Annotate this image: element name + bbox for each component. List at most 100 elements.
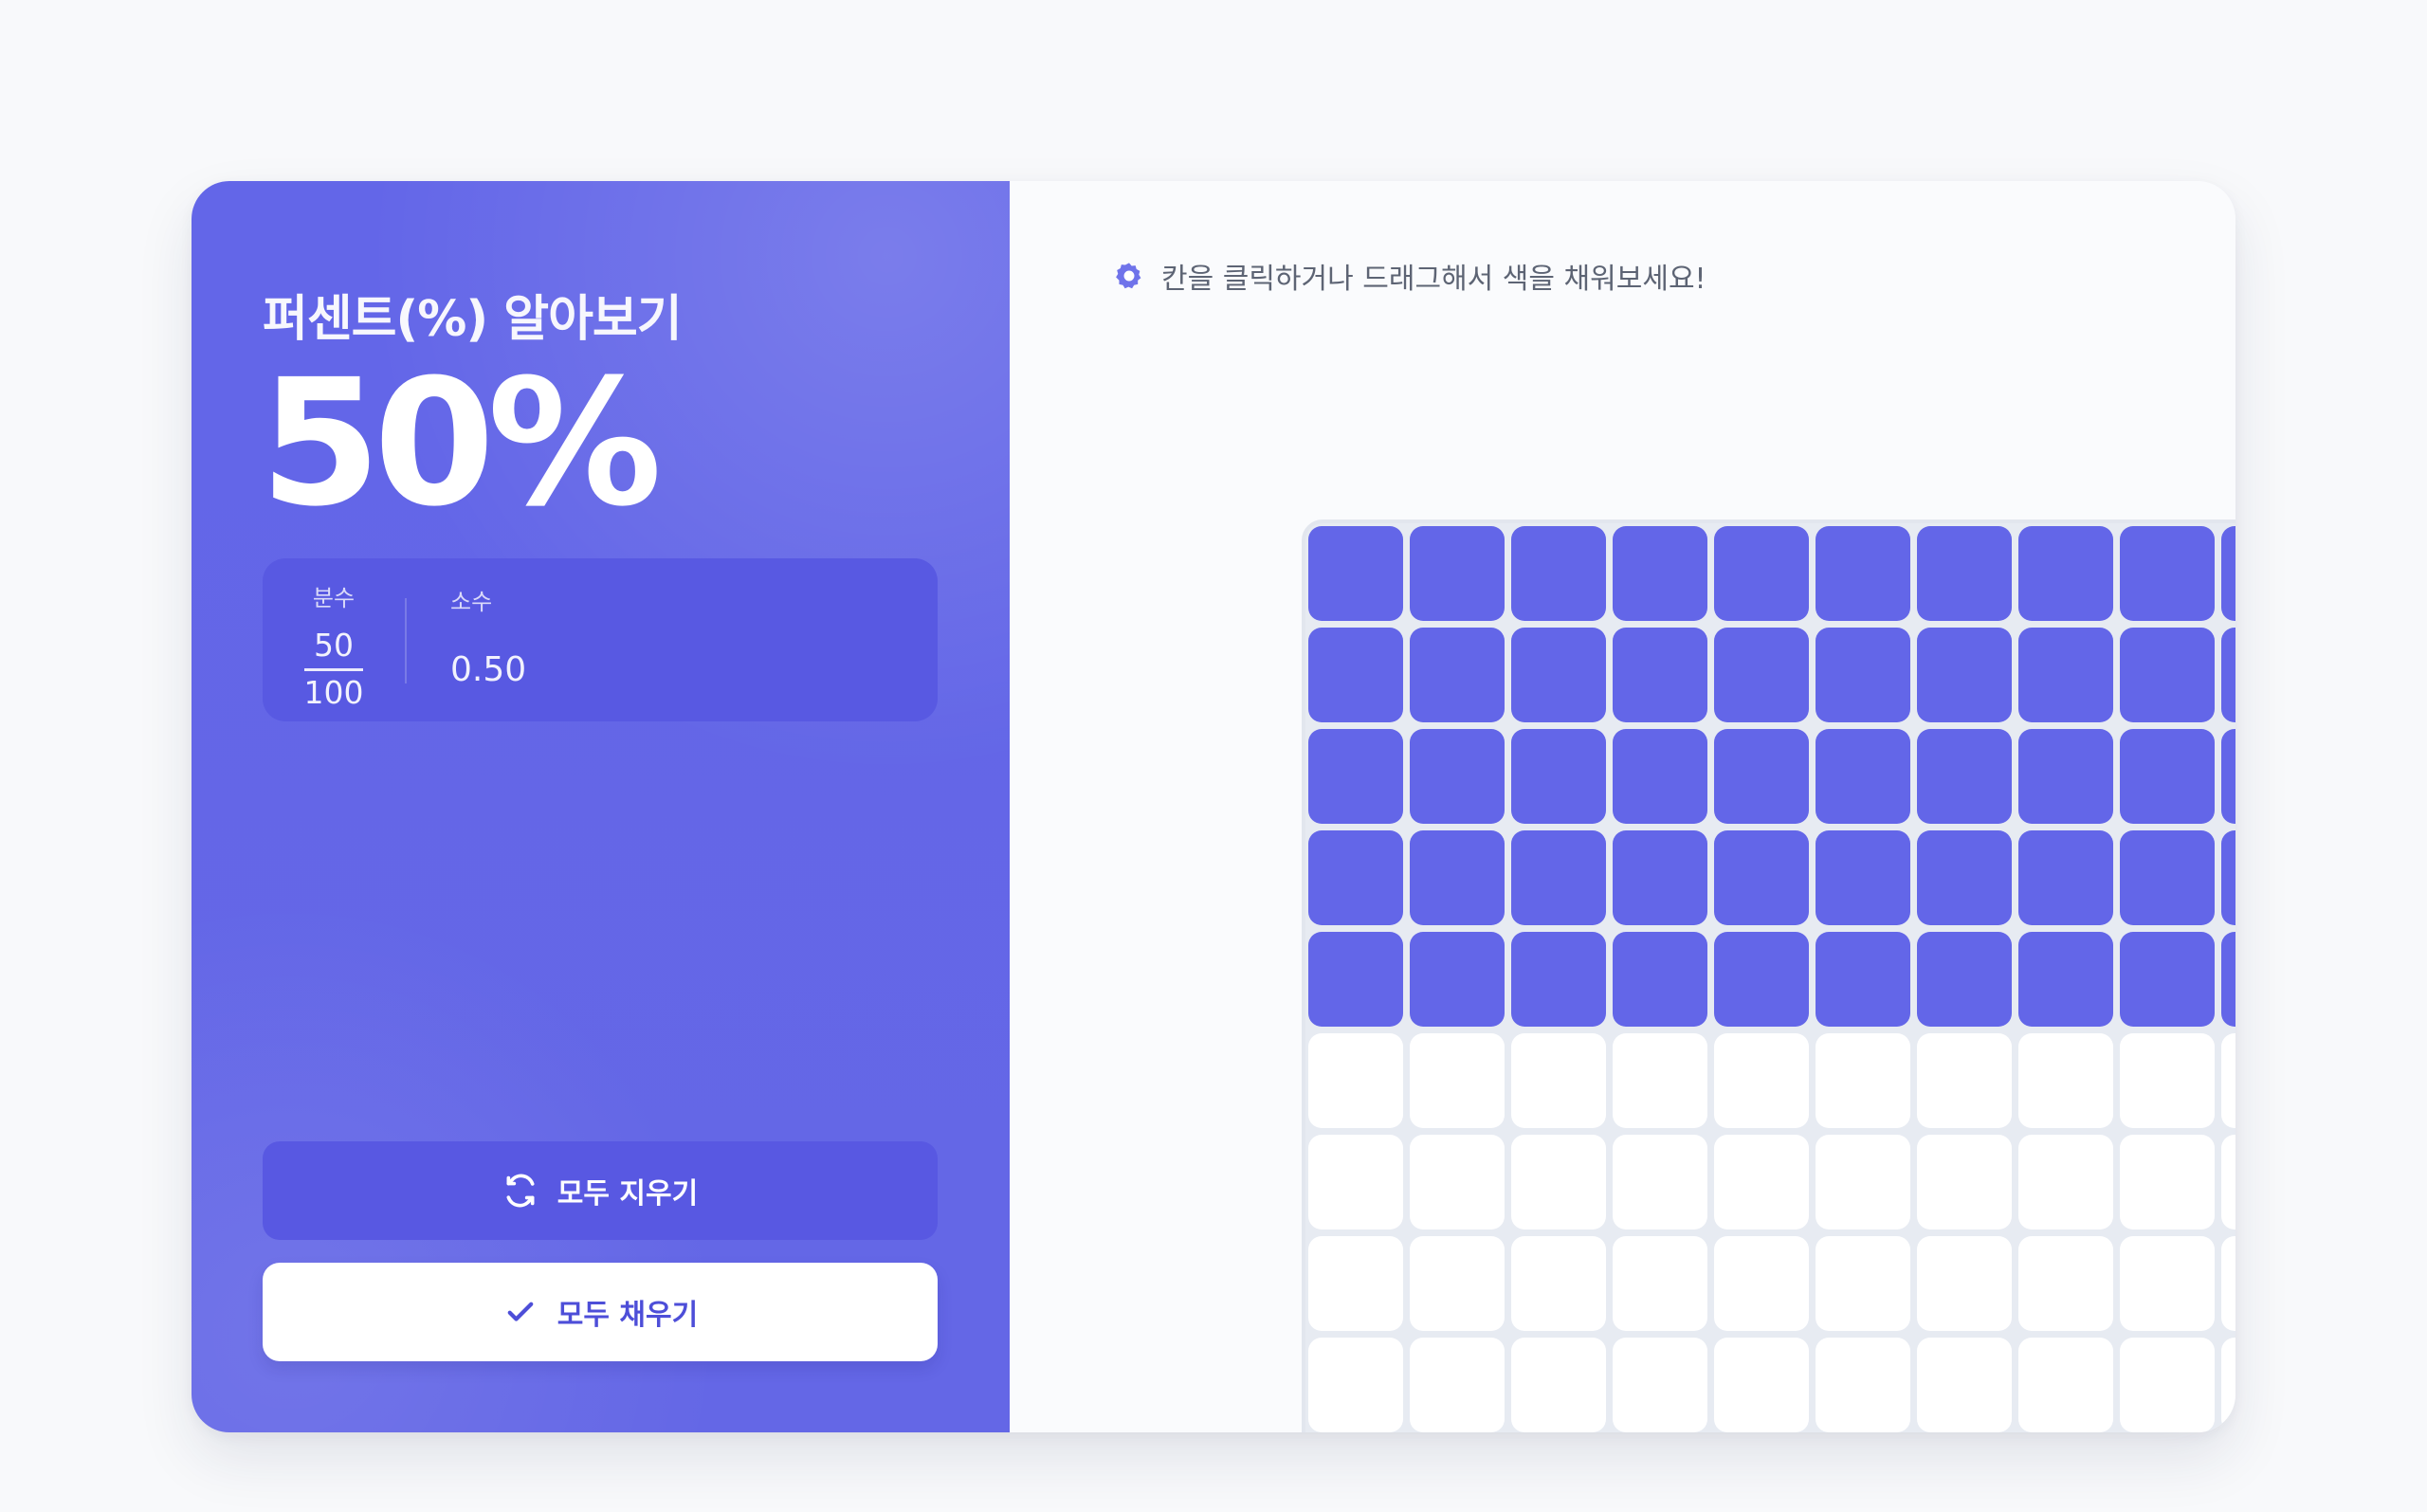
grid-cell[interactable]	[1613, 526, 1707, 621]
grid-cell[interactable]	[1714, 830, 1809, 925]
grid-cell[interactable]	[1511, 1033, 1606, 1128]
fraction-denominator: 100	[303, 674, 364, 711]
grid-cell[interactable]	[1714, 1338, 1809, 1432]
grid-cell[interactable]	[2221, 1135, 2235, 1230]
grid-cell[interactable]	[1410, 1338, 1505, 1432]
fraction-numerator: 50	[314, 627, 354, 664]
grid-cell[interactable]	[2120, 932, 2215, 1027]
grid-cell[interactable]	[1308, 830, 1403, 925]
grid-cell[interactable]	[1308, 628, 1403, 722]
grid-cell[interactable]	[2120, 1135, 2215, 1230]
grid-cell[interactable]	[1613, 830, 1707, 925]
grid-cell[interactable]	[2120, 729, 2215, 824]
grid-cell[interactable]	[1308, 1236, 1403, 1331]
grid-cell[interactable]	[1917, 628, 2012, 722]
grid-cell[interactable]	[1714, 729, 1809, 824]
grid-cell[interactable]	[1308, 729, 1403, 824]
percentage-value: 50%	[260, 342, 662, 545]
grid-cell[interactable]	[1816, 932, 1910, 1027]
grid-cell[interactable]	[1511, 830, 1606, 925]
grid-cell[interactable]	[1714, 932, 1809, 1027]
grid-cell[interactable]	[1917, 526, 2012, 621]
grid-cell[interactable]	[2018, 526, 2113, 621]
grid-cell[interactable]	[1308, 1033, 1403, 1128]
grid-cell[interactable]	[2221, 830, 2235, 925]
grid-cell[interactable]	[1613, 1135, 1707, 1230]
grid-cell[interactable]	[2120, 628, 2215, 722]
grid-cell[interactable]	[1511, 1338, 1606, 1432]
grid-cell[interactable]	[1613, 1033, 1707, 1128]
fill-all-button[interactable]: 모두 채우기	[263, 1263, 938, 1361]
grid-cell[interactable]	[1410, 1135, 1505, 1230]
grid-cell[interactable]	[1714, 628, 1809, 722]
hundred-grid[interactable]	[1308, 526, 2235, 1432]
grid-cell[interactable]	[2221, 628, 2235, 722]
grid-cell[interactable]	[2221, 729, 2235, 824]
grid-cell[interactable]	[2120, 830, 2215, 925]
grid-cell[interactable]	[1308, 1135, 1403, 1230]
grid-cell[interactable]	[2018, 830, 2113, 925]
grid-cell[interactable]	[2120, 1236, 2215, 1331]
grid-cell[interactable]	[1410, 932, 1505, 1027]
grid-cell[interactable]	[1917, 1338, 2012, 1432]
grid-cell[interactable]	[2018, 628, 2113, 722]
grid-cell[interactable]	[1613, 729, 1707, 824]
grid-cell[interactable]	[1511, 628, 1606, 722]
grid-cell[interactable]	[1714, 1236, 1809, 1331]
grid-cell[interactable]	[1917, 830, 2012, 925]
grid-cell[interactable]	[1816, 628, 1910, 722]
grid-cell[interactable]	[1410, 1236, 1505, 1331]
grid-cell[interactable]	[1714, 1135, 1809, 1230]
check-icon	[502, 1294, 538, 1330]
grid-cell[interactable]	[1511, 1135, 1606, 1230]
grid-cell[interactable]	[1917, 1236, 2012, 1331]
instruction-text: 칸을 클릭하거나 드래그해서 색을 채워보세요!	[1114, 255, 1706, 297]
decimal-label: 소수	[450, 589, 493, 615]
instruction-label: 칸을 클릭하거나 드래그해서 색을 채워보세요!	[1161, 263, 1706, 296]
grid-cell[interactable]	[1511, 729, 1606, 824]
grid-cell[interactable]	[1308, 932, 1403, 1027]
grid-cell[interactable]	[1511, 526, 1606, 621]
grid-cell[interactable]	[2018, 1338, 2113, 1432]
clear-all-button[interactable]: 모두 지우기	[263, 1141, 938, 1240]
grid-cell[interactable]	[1410, 628, 1505, 722]
grid-cell[interactable]	[1613, 932, 1707, 1027]
grid-cell[interactable]	[1917, 932, 2012, 1027]
grid-cell[interactable]	[1917, 729, 2012, 824]
grid-cell[interactable]	[2221, 526, 2235, 621]
grid-cell[interactable]	[2018, 729, 2113, 824]
grid-cell[interactable]	[1308, 526, 1403, 621]
grid-cell[interactable]	[1816, 1338, 1910, 1432]
grid-cell[interactable]	[1613, 1236, 1707, 1331]
grid-cell[interactable]	[1410, 526, 1505, 621]
grid-cell[interactable]	[1816, 830, 1910, 925]
grid-cell[interactable]	[1714, 526, 1809, 621]
grid-cell[interactable]	[1816, 1236, 1910, 1331]
grid-cell[interactable]	[1308, 1338, 1403, 1432]
grid-cell[interactable]	[1816, 1033, 1910, 1128]
grid-cell[interactable]	[1511, 932, 1606, 1027]
grid-cell[interactable]	[1816, 526, 1910, 621]
grid-cell[interactable]	[1714, 1033, 1809, 1128]
grid-cell[interactable]	[1917, 1135, 2012, 1230]
grid-cell[interactable]	[1410, 1033, 1505, 1128]
grid-cell[interactable]	[1613, 628, 1707, 722]
grid-cell[interactable]	[2221, 932, 2235, 1027]
grid-cell[interactable]	[2018, 1033, 2113, 1128]
grid-cell[interactable]	[1613, 1338, 1707, 1432]
grid-cell[interactable]	[1410, 830, 1505, 925]
grid-cell[interactable]	[1816, 1135, 1910, 1230]
grid-cell[interactable]	[1816, 729, 1910, 824]
grid-cell[interactable]	[2221, 1236, 2235, 1331]
grid-cell[interactable]	[1917, 1033, 2012, 1128]
grid-cell[interactable]	[2018, 1135, 2113, 1230]
grid-cell[interactable]	[1410, 729, 1505, 824]
grid-cell[interactable]	[1511, 1236, 1606, 1331]
grid-cell[interactable]	[2018, 1236, 2113, 1331]
grid-cell[interactable]	[2120, 1338, 2215, 1432]
grid-cell[interactable]	[2120, 1033, 2215, 1128]
grid-cell[interactable]	[2221, 1338, 2235, 1432]
grid-cell[interactable]	[2018, 932, 2113, 1027]
grid-cell[interactable]	[2120, 526, 2215, 621]
grid-cell[interactable]	[2221, 1033, 2235, 1128]
